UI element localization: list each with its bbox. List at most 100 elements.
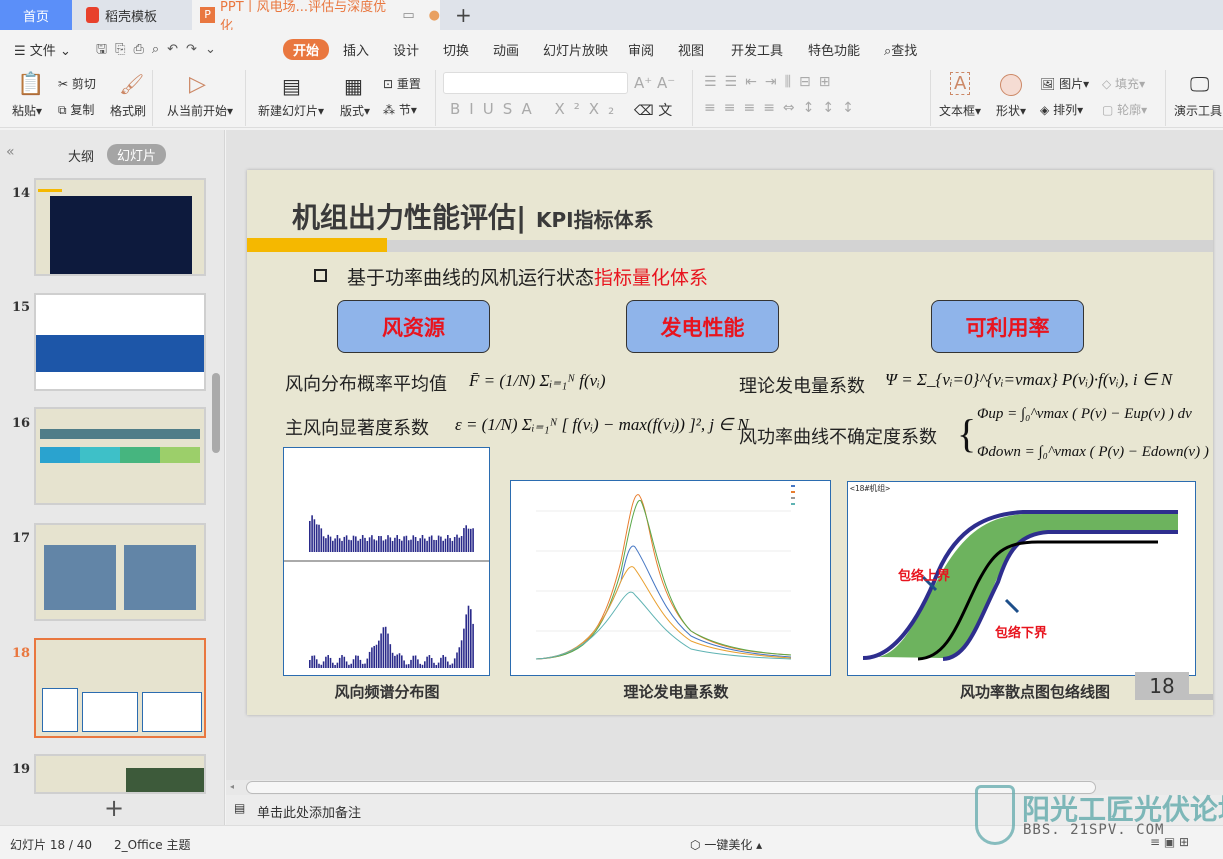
- outline-tab[interactable]: 大纲: [68, 146, 94, 165]
- menu-tab-design[interactable]: 设计: [393, 40, 419, 59]
- spectrum-bar: [430, 535, 433, 552]
- spectrum-bar: [458, 537, 461, 552]
- picture-icon: 🖼: [1040, 77, 1056, 91]
- layers-icon: ◈: [1040, 103, 1050, 117]
- spectrum-bar: [412, 655, 415, 668]
- picture-button[interactable]: 🖼 图片▾: [1040, 75, 1089, 92]
- slide-counter: 幻灯片 18 / 40: [10, 838, 93, 852]
- bullet-square-icon: [314, 269, 327, 282]
- spectrum-bar: [348, 539, 350, 552]
- menu-tab-review[interactable]: 审阅: [628, 40, 654, 59]
- spectrum-bar: [332, 540, 334, 552]
- new-tab-button[interactable]: +: [455, 0, 472, 30]
- theme-name[interactable]: 2_Office 主题: [114, 836, 190, 853]
- slide-number: 17: [12, 531, 31, 546]
- spectrum-bar: [341, 655, 343, 668]
- spectrum-bar: [352, 535, 355, 552]
- spectrum-bar: [403, 536, 405, 552]
- copy-button[interactable]: ⧉ 复制: [58, 101, 94, 118]
- spectrum-bar: [318, 524, 320, 552]
- quick-access-toolbar[interactable]: 🖫⎘⎙⌕↶↷⌄: [96, 40, 224, 62]
- clear-format-icon[interactable]: ⌫ 文: [634, 100, 672, 120]
- spectrum-bar: [472, 528, 474, 552]
- new-slide-button[interactable]: 新建幻灯片▾: [258, 102, 324, 119]
- cut-button[interactable]: ✂ 剪切: [58, 75, 96, 92]
- spectrum-bar: [329, 657, 332, 668]
- shape-button[interactable]: 形状▾: [996, 102, 1026, 119]
- textbox-button[interactable]: 文本框▾: [939, 102, 981, 119]
- outline-button[interactable]: ▢ 轮廓▾: [1102, 101, 1147, 118]
- spectrum-bar: [355, 536, 357, 552]
- title-divider: [247, 240, 1213, 252]
- spectrum-bar: [435, 664, 438, 668]
- power-scatter-envelope-image[interactable]: <18#机组> 包络上界 包络下界: [847, 481, 1196, 676]
- panel-scrollbar[interactable]: [212, 373, 220, 453]
- font-size-increase-button[interactable]: A⁺ A⁻: [634, 74, 675, 92]
- spectrum-bar: [428, 655, 431, 668]
- spectrum-bar: [311, 655, 313, 668]
- category-availability: 可利用率: [931, 300, 1084, 353]
- menu-tab-developer[interactable]: 开发工具: [731, 40, 783, 59]
- spectrum-bar: [401, 655, 403, 668]
- slide-thumbnail-19[interactable]: [34, 754, 206, 794]
- tab-docer-templates[interactable]: 稻壳模板: [72, 0, 190, 30]
- metric-formula-up: Φup = ∫₀^vmax ( P(v) − Eup(v) ) dv: [977, 406, 1192, 422]
- slide-thumbnail-17[interactable]: [34, 523, 206, 621]
- slides-tab[interactable]: 幻灯片: [107, 144, 167, 165]
- footer-bar: [1189, 694, 1213, 700]
- category-wind-resource: 风资源: [337, 300, 490, 353]
- font-style-buttons[interactable]: BIUSA X²X₂: [450, 100, 623, 118]
- spectrum-bar: [378, 640, 380, 668]
- spectrum-bar: [463, 528, 465, 552]
- play-from-current-button[interactable]: 从当前开始▾: [167, 102, 233, 119]
- spectrum-bar: [373, 645, 375, 668]
- layout-button[interactable]: 版式▾: [340, 102, 370, 119]
- wind-direction-spectrum-image[interactable]: [283, 447, 490, 676]
- spectrum-bar: [380, 633, 382, 668]
- spectrum-bar: [364, 663, 366, 668]
- menu-tab-view[interactable]: 视图: [678, 40, 704, 59]
- slide-thumbnail-16[interactable]: [34, 407, 206, 505]
- spectrum-bar: [387, 633, 389, 668]
- spectrum-bar: [396, 654, 398, 668]
- section-button[interactable]: ⁂ 节▾: [383, 101, 417, 118]
- scrollbar-thumb[interactable]: [246, 781, 1096, 794]
- presentation-tools-button[interactable]: 演示工具: [1174, 102, 1222, 119]
- menu-tab-start[interactable]: 开始: [283, 39, 330, 60]
- slide-thumbnail-18-active[interactable]: [34, 638, 206, 738]
- fill-button[interactable]: ◇ 填充▾: [1102, 75, 1145, 92]
- wind-direction-bars: [284, 515, 489, 668]
- tab-home[interactable]: 首页: [0, 0, 72, 30]
- format-painter-button[interactable]: 格式刷: [110, 102, 146, 119]
- spectrum-bar: [417, 540, 419, 552]
- spectrum-bar: [467, 605, 470, 668]
- alignment-buttons[interactable]: ≡≡≡≡⇔↕↕↕: [704, 100, 862, 116]
- slide-thumbnail-15[interactable]: [34, 293, 206, 391]
- caption-theoretical-generation: 理论发电量系数: [623, 683, 729, 701]
- scroll-left-icon[interactable]: ◂: [230, 782, 234, 791]
- slide-thumbnail-14[interactable]: [34, 178, 206, 276]
- menu-tab-transition[interactable]: 切换: [443, 40, 469, 59]
- menu-tab-features[interactable]: 特色功能: [808, 40, 860, 59]
- monitor-icon[interactable]: ▭: [402, 8, 414, 23]
- add-slide-button[interactable]: +: [104, 794, 124, 822]
- paragraph-buttons[interactable]: ☰☰⇤⇥⫼⊟⊞: [704, 74, 838, 90]
- file-menu[interactable]: ☰ 文件 ⌄: [14, 40, 71, 59]
- spectrum-bar: [384, 626, 387, 668]
- menu-tab-slideshow[interactable]: 幻灯片放映: [543, 40, 608, 59]
- search-button[interactable]: ⌕查找: [884, 40, 917, 59]
- theoretical-generation-chart-image[interactable]: [510, 480, 831, 676]
- menu-tab-animation[interactable]: 动画: [493, 40, 519, 59]
- slide[interactable]: 机组出力性能评估| KPI指标体系 基于功率曲线的风机运行状态指标量化体系 风资…: [247, 170, 1213, 715]
- tab-active-document[interactable]: P PPT丨风电场...评估与深度优化 ▭ ●: [192, 0, 440, 34]
- paste-button[interactable]: 粘贴▾: [12, 102, 42, 119]
- font-family-select[interactable]: [443, 72, 628, 94]
- beautify-button[interactable]: ⬡ 一键美化 ▴: [690, 836, 762, 853]
- menu-tab-insert[interactable]: 插入: [343, 40, 369, 59]
- spectrum-bar: [440, 657, 442, 668]
- reset-button[interactable]: ⊡ 重置: [383, 75, 421, 92]
- arrange-button[interactable]: ◈ 排列▾: [1040, 101, 1083, 118]
- collapse-panel-icon[interactable]: «: [6, 144, 15, 160]
- copy-icon: ⧉: [58, 103, 67, 117]
- spectrum-bar: [348, 664, 350, 668]
